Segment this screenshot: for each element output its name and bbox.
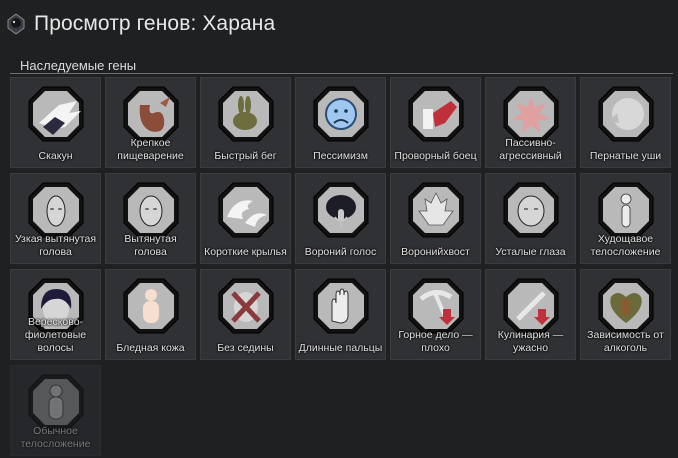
window-title: Просмотр генов: Харана: [34, 12, 276, 35]
gene-tile[interactable]: Пессимизм: [295, 77, 386, 168]
tired-eyes-icon: [500, 179, 562, 241]
gene-label: Усталые глаза: [495, 246, 566, 258]
gene-tile[interactable]: Пассивно-агрессивный: [485, 77, 576, 168]
section-divider: [10, 73, 673, 74]
gene-tile[interactable]: Горное дело — плохо: [390, 269, 481, 360]
gene-tile[interactable]: Длинные пальцы: [295, 269, 386, 360]
gene-tile[interactable]: Бледная кожа: [105, 269, 196, 360]
gene-tile[interactable]: Обычное телосложение: [10, 365, 101, 456]
gene-label: Скакун: [38, 150, 73, 162]
gene-label: Горное дело — плохо: [398, 329, 473, 354]
feathered-ears-icon: [595, 83, 657, 145]
gene-tile[interactable]: Проворный боец: [390, 77, 481, 168]
gene-tile[interactable]: Вытянутая голова: [105, 173, 196, 264]
gene-tile[interactable]: Скакун: [10, 77, 101, 168]
no-gray-hair-icon: [215, 275, 277, 337]
long-fingers-icon: [310, 275, 372, 337]
gene-tile[interactable]: Короткие крылья: [200, 173, 291, 264]
sad-face-icon: [310, 83, 372, 145]
gene-label: Пассивно-агрессивный: [499, 137, 562, 162]
section-label: Наследуемые гены: [20, 58, 137, 73]
gene-label: Короткие крылья: [204, 246, 287, 258]
crow-tail-icon: [405, 179, 467, 241]
narrow-head-icon: [25, 179, 87, 241]
gene-tile[interactable]: Узкая вытянутая голова: [10, 173, 101, 264]
short-wings-icon: [215, 179, 277, 241]
gene-tile[interactable]: Пернатые уши: [580, 77, 671, 168]
gene-tile[interactable]: Вороний голос: [295, 173, 386, 264]
crow-voice-icon: [310, 179, 372, 241]
winged-foot-icon: [25, 83, 87, 145]
gene-label: Длинные пальцы: [298, 342, 383, 354]
gene-label: Вытянутая голова: [124, 233, 177, 258]
gene-tile[interactable]: Усталые глаза: [485, 173, 576, 264]
gene-label: Вороний голос: [304, 246, 377, 258]
mining-bad-icon: [405, 275, 467, 337]
gene-label: Худощавое телосложение: [590, 233, 661, 258]
gene-tile[interactable]: Без седины: [200, 269, 291, 360]
gene-tile[interactable]: Кулинария — ужасно: [485, 269, 576, 360]
gene-label: Вересково-фиолетовые волосы: [24, 316, 87, 354]
gene-label: Пессимизм: [313, 150, 368, 162]
gene-label: Проворный боец: [394, 150, 477, 162]
rabbit-icon: [215, 83, 277, 145]
burst-icon: [500, 83, 562, 145]
gene-label: Узкая вытянутая голова: [14, 233, 97, 258]
thin-body-icon: [595, 179, 657, 241]
stomach-icon: [120, 83, 182, 145]
gene-tile[interactable]: Зависимость от алкоголь: [580, 269, 671, 360]
gene-tile[interactable]: Быстрый бег: [200, 77, 291, 168]
alcohol-dependency-icon: [595, 275, 657, 337]
gene-label: Крепкое пищеварение: [117, 137, 184, 162]
gene-label: Обычное телосложение: [20, 425, 91, 450]
gene-label: Зависимость от алкоголь: [587, 329, 664, 354]
agile-fighter-icon: [405, 83, 467, 145]
gene-label: Бледная кожа: [116, 342, 185, 354]
pale-skin-icon: [120, 275, 182, 337]
gene-tile[interactable]: Вересково-фиолетовые волосы: [10, 269, 101, 360]
gene-label: Пернатые уши: [589, 150, 662, 162]
window-titlebar: Просмотр генов: Харана: [0, 0, 678, 50]
gene-label: Без седины: [217, 342, 274, 354]
normal-body-icon: [25, 371, 87, 433]
long-head-icon: [120, 179, 182, 241]
gene-tile[interactable]: Воронийхвост: [390, 173, 481, 264]
gene-label: Кулинария — ужасно: [497, 329, 564, 354]
gene-label: Быстрый бег: [214, 150, 277, 162]
cooking-awful-icon: [500, 275, 562, 337]
gene-tile[interactable]: Крепкое пищеварение: [105, 77, 196, 168]
gene-tile[interactable]: Худощавое телосложение: [580, 173, 671, 264]
crow-head-icon: [7, 13, 25, 35]
gene-label: Воронийхвост: [401, 246, 470, 258]
